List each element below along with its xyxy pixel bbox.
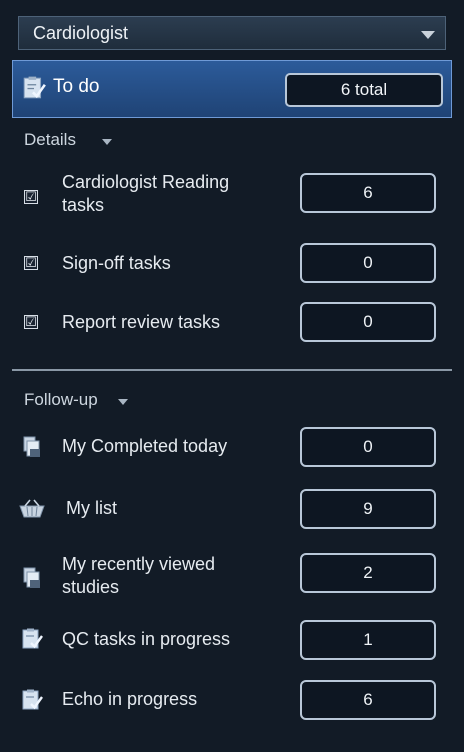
basket-icon xyxy=(19,499,45,518)
cardiologist-reading-label-line1: Cardiologist Reading xyxy=(62,172,230,192)
echo-progress-count: 6 xyxy=(300,680,436,720)
qc-tasks-count: 1 xyxy=(300,620,436,660)
details-section-toggle[interactable]: Details xyxy=(24,130,134,154)
recently-viewed-count: 2 xyxy=(300,553,436,593)
todo-row[interactable]: To do 6 total xyxy=(12,60,452,118)
sign-off-count: 0 xyxy=(300,243,436,283)
recent-stack-icon xyxy=(23,567,40,588)
chevron-down-icon[interactable] xyxy=(118,399,128,405)
clipboard-check-icon xyxy=(22,628,43,649)
report-review-count: 0 xyxy=(300,302,436,342)
cardiologist-reading-label-line2: tasks xyxy=(62,195,105,215)
clipboard-check-icon xyxy=(23,76,46,99)
report-review-checkbox[interactable]: ☑ xyxy=(24,315,38,329)
chevron-down-icon[interactable] xyxy=(421,31,435,39)
recently-viewed-label-line2: studies xyxy=(62,577,120,597)
completed-today-count: 0 xyxy=(300,427,436,467)
recently-viewed-label-line1: My recently viewed xyxy=(62,554,216,574)
details-section-label: Details xyxy=(24,130,76,149)
cardiologist-reading-label: Cardiologist Reading tasks xyxy=(62,171,229,217)
todo-total-box: 6 total xyxy=(285,73,443,107)
cardiologist-reading-count: 6 xyxy=(300,173,436,213)
cardiologist-reading-checkbox[interactable]: ☑ xyxy=(24,190,38,204)
echo-progress-label: Echo in progress xyxy=(62,689,198,709)
todo-label: To do xyxy=(53,76,100,97)
report-review-label: Report review tasks xyxy=(62,312,221,332)
chevron-down-icon[interactable] xyxy=(102,139,112,145)
my-list-count: 9 xyxy=(300,489,436,529)
followup-section-toggle[interactable]: Follow-up xyxy=(24,390,154,414)
clipboard-check-icon xyxy=(22,689,43,710)
completed-today-label: My Completed today xyxy=(62,436,228,456)
role-dropdown[interactable]: Cardiologist xyxy=(18,16,446,50)
my-list-label: My list xyxy=(66,498,117,518)
sign-off-checkbox[interactable]: ☑ xyxy=(24,256,38,270)
completed-stack-icon xyxy=(23,436,40,457)
qc-tasks-label: QC tasks in progress xyxy=(62,629,231,649)
role-dropdown-value: Cardiologist xyxy=(33,23,129,43)
sign-off-label: Sign-off tasks xyxy=(62,253,171,273)
section-divider xyxy=(12,369,452,371)
recently-viewed-label: My recently viewed studies xyxy=(62,553,215,599)
followup-section-label: Follow-up xyxy=(24,390,98,409)
